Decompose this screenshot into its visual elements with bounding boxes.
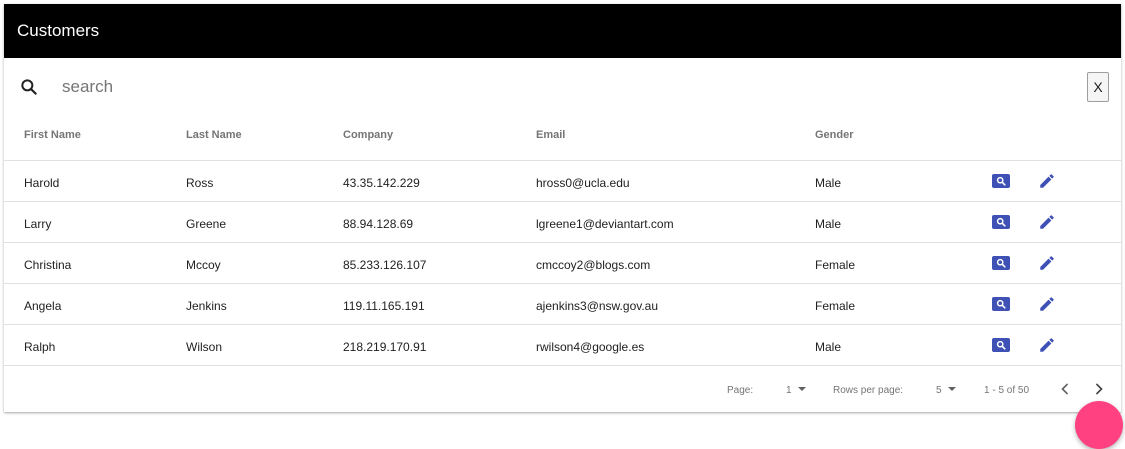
view-button[interactable] — [992, 174, 1010, 188]
customers-card: Customers X First Name Last Name Company… — [4, 4, 1121, 412]
search-icon — [996, 176, 1006, 186]
column-header-email[interactable]: Email — [536, 129, 565, 141]
pencil-icon — [1040, 297, 1054, 311]
cell-company: 43.35.142.229 — [343, 176, 420, 190]
cell-first-name: Harold — [24, 176, 60, 190]
cell-last-name: Ross — [186, 176, 214, 190]
pencil-icon — [1040, 215, 1054, 229]
pencil-icon — [1040, 338, 1054, 352]
page-label: Page: — [727, 385, 754, 396]
view-button[interactable] — [992, 297, 1010, 311]
chevron-right-icon — [1096, 383, 1103, 395]
cell-company: 218.219.170.91 — [343, 340, 427, 354]
page-value: 1 — [786, 385, 792, 396]
page-range: 1 - 5 of 50 — [984, 385, 1030, 396]
table-row[interactable]: Harold Ross 43.35.142.229 hross0@ucla.ed… — [4, 161, 1121, 202]
edit-button[interactable] — [1038, 295, 1056, 313]
column-header-gender[interactable]: Gender — [815, 129, 854, 141]
rows-per-page-value: 5 — [936, 385, 942, 396]
search-icon — [996, 217, 1006, 227]
cell-gender: Female — [815, 299, 856, 313]
cell-email: hross0@ucla.edu — [536, 176, 630, 190]
view-button[interactable] — [992, 338, 1010, 352]
cell-gender: Male — [815, 217, 842, 231]
next-page-button[interactable] — [1089, 379, 1109, 399]
column-header-first-name[interactable]: First Name — [24, 129, 81, 141]
edit-button[interactable] — [1038, 254, 1056, 272]
clear-search-button[interactable]: X — [1087, 72, 1109, 102]
search-icon — [996, 299, 1006, 309]
rows-per-page-label: Rows per page: — [833, 385, 904, 396]
cell-company: 88.94.128.69 — [343, 217, 414, 231]
rows-per-page-select[interactable]: 5 — [936, 385, 956, 396]
search-icon — [21, 79, 37, 95]
cell-email: ajenkins3@nsw.gov.au — [536, 299, 659, 313]
pencil-icon — [1040, 174, 1054, 188]
table-row[interactable]: Ralph Wilson 218.219.170.91 rwilson4@goo… — [4, 325, 1121, 366]
pencil-icon — [1040, 256, 1054, 270]
caret-down-icon — [947, 387, 956, 391]
cell-first-name: Ralph — [24, 340, 56, 354]
search-icon — [996, 340, 1006, 350]
view-button[interactable] — [992, 256, 1010, 270]
cell-last-name: Greene — [186, 217, 227, 231]
search-bar: X — [4, 58, 1121, 120]
cell-gender: Male — [815, 340, 842, 354]
edit-button[interactable] — [1038, 172, 1056, 190]
previous-page-button[interactable] — [1055, 379, 1075, 399]
search-icon — [996, 258, 1006, 268]
page-select[interactable]: 1 — [786, 385, 806, 396]
search-input[interactable] — [62, 73, 962, 101]
table-row[interactable]: Christina Mccoy 85.233.126.107 cmccoy2@b… — [4, 243, 1121, 284]
cell-first-name: Christina — [24, 258, 72, 272]
table-row[interactable]: Larry Greene 88.94.128.69 lgreene1@devia… — [4, 202, 1121, 243]
view-button[interactable] — [992, 215, 1010, 229]
cell-email: lgreene1@deviantart.com — [536, 217, 674, 231]
cell-company: 119.11.165.191 — [343, 299, 425, 313]
cell-last-name: Jenkins — [186, 299, 227, 313]
page-title: Customers — [17, 21, 100, 40]
cell-gender: Male — [815, 176, 842, 190]
cell-first-name: Angela — [24, 299, 62, 313]
card-header: Customers — [4, 4, 1121, 58]
cell-company: 85.233.126.107 — [343, 258, 427, 272]
edit-button[interactable] — [1038, 213, 1056, 231]
table-header: First Name Last Name Company Email Gende… — [4, 120, 1121, 161]
cell-email: cmccoy2@blogs.com — [536, 258, 651, 272]
table-row[interactable]: Angela Jenkins 119.11.165.191 ajenkins3@… — [4, 284, 1121, 325]
cell-first-name: Larry — [24, 217, 52, 231]
add-customer-fab[interactable] — [1075, 401, 1123, 449]
cell-gender: Female — [815, 258, 856, 272]
chevron-left-icon — [1061, 383, 1068, 395]
column-header-last-name[interactable]: Last Name — [186, 129, 242, 141]
cell-email: rwilson4@google.es — [536, 340, 645, 354]
cell-last-name: Wilson — [186, 340, 223, 354]
cell-last-name: Mccoy — [186, 258, 221, 272]
caret-down-icon — [797, 387, 806, 391]
edit-button[interactable] — [1038, 336, 1056, 354]
column-header-company[interactable]: Company — [343, 129, 393, 141]
pagination-bar: Page: 1 Rows per page: 5 1 - 5 of 50 — [4, 365, 1121, 412]
